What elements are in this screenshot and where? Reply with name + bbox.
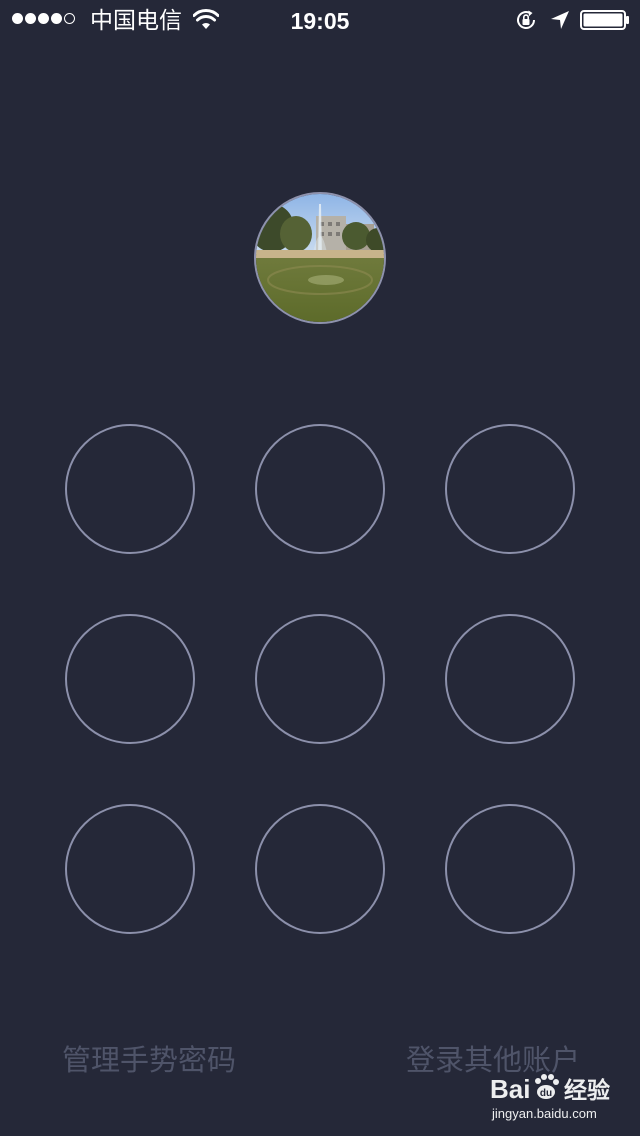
gesture-point-1[interactable]: [65, 424, 195, 554]
svg-text:经验: 经验: [564, 1077, 610, 1104]
watermark-url: jingyan.baidu.com: [492, 1106, 597, 1121]
manage-gesture-password-link[interactable]: 管理手势密码: [62, 1040, 236, 1080]
svg-text:du: du: [540, 1088, 552, 1099]
gesture-lock-screen: 中国电信 19:05 管理手势密码 登录其他账户 Bai du 经验 jingy…: [0, 0, 640, 1136]
gesture-point-9[interactable]: [445, 804, 575, 934]
gesture-point-7[interactable]: [65, 804, 195, 934]
svg-text:Bai: Bai: [490, 1074, 530, 1104]
baidu-jingyan-logo: Bai du 经验: [490, 1074, 610, 1104]
gesture-point-6[interactable]: [445, 614, 575, 744]
gesture-point-2[interactable]: [255, 424, 385, 554]
gesture-grid: [0, 0, 640, 1136]
baidu-jingyan-watermark: Bai du 经验 jingyan.baidu.com: [490, 1068, 630, 1128]
gesture-point-8[interactable]: [255, 804, 385, 934]
gesture-point-5[interactable]: [255, 614, 385, 744]
gesture-point-3[interactable]: [445, 424, 575, 554]
gesture-point-4[interactable]: [65, 614, 195, 744]
